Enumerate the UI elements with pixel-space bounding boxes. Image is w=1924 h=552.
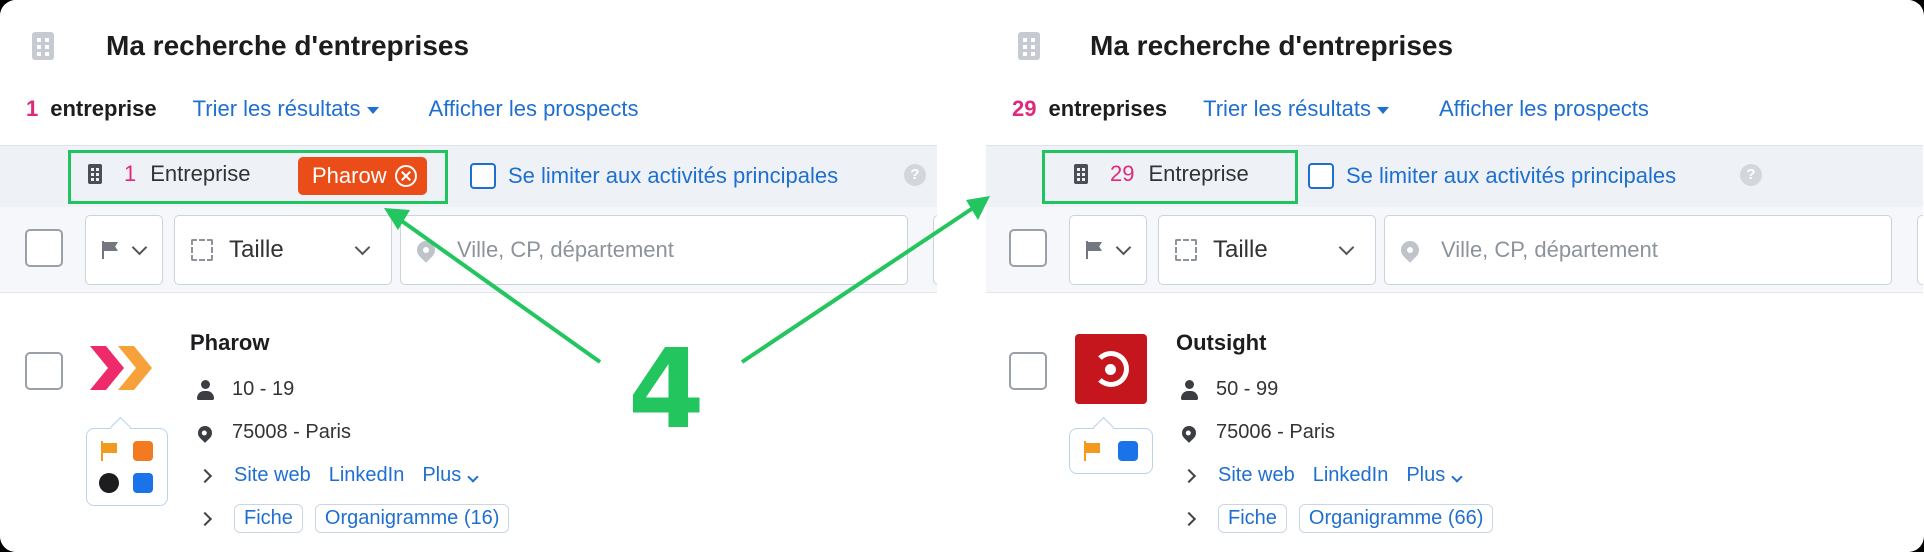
screenshot-frame: Ma recherche d'entreprises 1 entreprise … [0, 0, 1924, 552]
step-number: 4 [628, 325, 705, 453]
annotation-arrows [384, 196, 990, 364]
